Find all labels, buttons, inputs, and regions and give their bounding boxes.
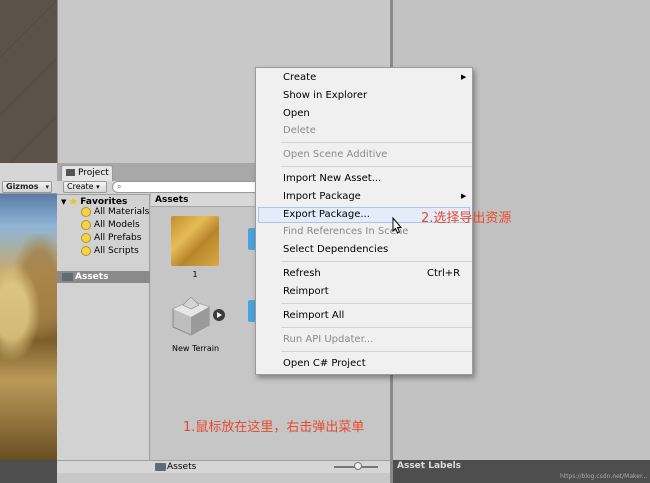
asset-label: New Terrain [171, 344, 220, 353]
annotation-step-1: 1.鼠标放在这里，右击弹出菜单 [183, 420, 365, 435]
chevron-down-icon: ▾ [45, 183, 49, 191]
favorites-item-all-scripts[interactable]: All Scripts [81, 246, 139, 256]
gold-material-icon[interactable] [171, 216, 219, 266]
search-filter-icon [81, 220, 91, 230]
favorites-item-all-prefabs[interactable]: All Prefabs [81, 233, 141, 243]
menu-item-refresh[interactable]: Refresh [283, 268, 321, 279]
zoom-slider-handle[interactable] [354, 462, 362, 470]
expand-arrow-icon: ▼ [61, 197, 67, 206]
favorites-label: Favorites [80, 196, 128, 207]
folder-icon [62, 273, 73, 281]
search-filter-icon [81, 246, 91, 256]
favorites-item-label: All Models [94, 220, 140, 230]
footer-path: Assets [167, 462, 197, 472]
search-input[interactable]: ⌕ [112, 181, 262, 193]
menu-item-reimport-all[interactable]: Reimport All [283, 310, 344, 321]
menu-separator [281, 166, 472, 167]
favorites-item-label: All Scripts [94, 246, 139, 256]
mouse-cursor-icon [392, 216, 403, 234]
menu-item-import-new-asset[interactable]: Import New Asset... [283, 173, 381, 184]
asset-label: 1 [192, 270, 198, 279]
tree-item-assets-label: Assets [75, 272, 109, 282]
create-button[interactable]: Create ▾ [63, 181, 107, 193]
menu-item-delete: Delete [283, 125, 316, 136]
favorites-item-label: All Prefabs [94, 233, 142, 243]
favorites-item-all-materials[interactable]: All Materials [81, 207, 149, 217]
menu-separator [281, 261, 472, 262]
project-icon [66, 169, 75, 176]
favorites-item-all-models[interactable]: All Models [81, 220, 140, 230]
gizmos-label: Gizmos [6, 182, 39, 191]
menu-separator [281, 351, 472, 352]
menu-shortcut-refresh: Ctrl+R [427, 268, 461, 279]
tree-item-assets[interactable]: Assets [57, 271, 150, 283]
menu-item-open-scene-additive: Open Scene Additive [283, 149, 388, 160]
menu-separator [281, 327, 472, 328]
project-tree: ▼ ★ Favorites All Materials All Models A… [57, 195, 150, 460]
watermark: https://blog.csdn.net/Maker... [560, 473, 648, 480]
chevron-down-icon: ▾ [96, 183, 100, 191]
menu-item-create[interactable]: Create [283, 72, 316, 83]
search-filter-icon [81, 207, 91, 217]
bottom-strip [57, 473, 390, 483]
search-icon: ⌕ [117, 182, 122, 191]
menu-item-import-package[interactable]: Import Package [283, 191, 361, 202]
scene-viewport[interactable] [0, 194, 57, 460]
create-button-label: Create [67, 182, 94, 191]
folder-icon [155, 463, 166, 471]
menu-item-select-dependencies[interactable]: Select Dependencies [283, 244, 388, 255]
annotation-step-2: 2.选择导出资源 [421, 211, 512, 226]
tab-project-label: Project [78, 168, 109, 178]
menu-item-export-package[interactable]: Export Package... [283, 209, 370, 220]
search-filter-icon [81, 233, 91, 243]
star-icon: ★ [68, 195, 79, 208]
menu-item-run-api-updater: Run API Updater... [283, 334, 374, 345]
scene-footer [0, 460, 57, 483]
gizmos-dropdown[interactable]: Gizmos ▾ [2, 181, 52, 193]
menu-separator [281, 142, 472, 143]
scene-view-top [0, 0, 57, 163]
menu-item-open[interactable]: Open [283, 108, 310, 119]
asset-labels-bar[interactable]: Asset Labels [393, 460, 650, 473]
menu-item-reimport[interactable]: Reimport [283, 286, 329, 297]
tab-project[interactable]: Project [61, 165, 113, 181]
menu-separator [281, 303, 472, 304]
terrain-icon[interactable] [169, 295, 225, 339]
favorites-item-label: All Materials [94, 207, 150, 217]
menu-item-show-in-explorer[interactable]: Show in Explorer [283, 90, 367, 101]
submenu-arrow-icon: ▶ [461, 192, 467, 200]
menu-item-open-csharp-project[interactable]: Open C# Project [283, 358, 366, 369]
submenu-arrow-icon: ▶ [461, 73, 467, 81]
project-footer-left [57, 460, 151, 473]
